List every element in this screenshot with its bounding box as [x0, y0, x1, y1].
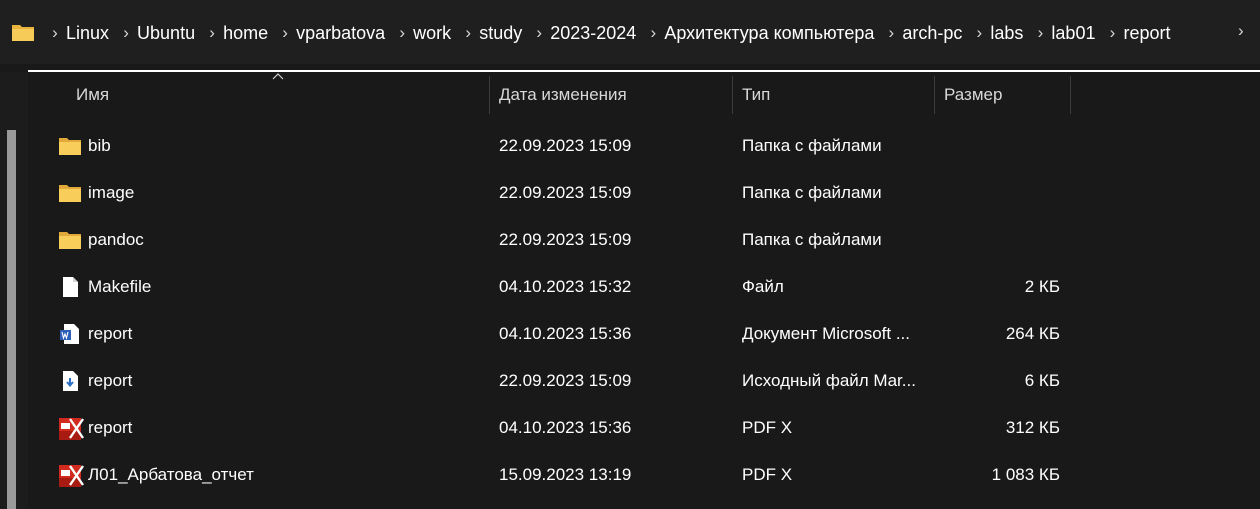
- file-name: report: [88, 418, 133, 437]
- scrollbar[interactable]: [7, 130, 16, 509]
- file-date: 04.10.2023 15:36: [499, 324, 632, 343]
- file-row[interactable]: image 22.09.2023 15:09 Папка с файлами: [28, 169, 1260, 216]
- file-date: 22.09.2023 15:09: [499, 371, 632, 390]
- file-size: 264 КБ: [1005, 324, 1060, 343]
- chevron-right-icon[interactable]: ›: [44, 23, 66, 43]
- chevron-right-icon[interactable]: ›: [1029, 23, 1051, 43]
- file-size: [936, 169, 1060, 216]
- file-date: 04.10.2023 15:36: [499, 418, 632, 437]
- column-separator[interactable]: [1070, 76, 1071, 114]
- breadcrumb-item[interactable]: › Linux: [44, 23, 115, 44]
- file-type: Документ Microsoft ...: [742, 324, 910, 343]
- file-size: 312 КБ: [1005, 418, 1060, 437]
- chevron-right-icon[interactable]: ›: [274, 23, 296, 43]
- file-row[interactable]: pandoc 22.09.2023 15:09 Папка с файлами: [28, 216, 1260, 263]
- file-size: 6 КБ: [1024, 371, 1060, 390]
- breadcrumb-item[interactable]: › lab01: [1029, 23, 1101, 44]
- chevron-right-icon[interactable]: ›: [880, 23, 902, 43]
- file-date: 04.10.2023 15:32: [499, 277, 632, 296]
- breadcrumb-item[interactable]: › vparbatova: [274, 23, 391, 44]
- breadcrumb-item[interactable]: › study: [457, 23, 528, 44]
- file-icon: [58, 275, 82, 299]
- file-row[interactable]: report 04.10.2023 15:36 Документ Microso…: [28, 310, 1260, 357]
- breadcrumb-item[interactable]: › work: [391, 23, 457, 44]
- file-size: [936, 216, 1060, 263]
- file-row[interactable]: Л01_Арбатова_отчет 15.09.2023 13:19 PDF …: [28, 451, 1260, 498]
- folder-icon: [11, 22, 35, 42]
- file-row[interactable]: bib 22.09.2023 15:09 Папка с файлами: [28, 122, 1260, 169]
- chevron-right-icon[interactable]: ›: [201, 23, 223, 43]
- file-date: 22.09.2023 15:09: [499, 136, 632, 155]
- chevron-right-icon[interactable]: ›: [528, 23, 550, 43]
- breadcrumb-item[interactable]: › arch-pc: [880, 23, 968, 44]
- file-name: Makefile: [88, 277, 152, 296]
- breadcrumb-item[interactable]: › Архитектура компьютера: [642, 23, 880, 44]
- folder-icon: [58, 134, 82, 158]
- file-type: Исходный файл Mar...: [742, 371, 916, 390]
- file-date: 15.09.2023 13:19: [499, 465, 632, 484]
- file-type: Файл: [742, 277, 784, 296]
- breadcrumb-item[interactable]: › 2023-2024: [528, 23, 642, 44]
- column-size[interactable]: Размер: [934, 72, 1070, 118]
- pdf-icon: [58, 463, 84, 487]
- file-size: [936, 122, 1060, 169]
- column-name[interactable]: Имя: [66, 72, 490, 118]
- file-size: 1 083 КБ: [991, 465, 1060, 484]
- markdown-file-icon: [58, 369, 82, 393]
- word-doc-icon: [58, 322, 82, 346]
- file-name: image: [88, 183, 135, 202]
- chevron-right-icon[interactable]: ›: [642, 23, 664, 43]
- file-size: 2 КБ: [1024, 277, 1060, 296]
- column-header: Имя Дата изменения Тип Размер: [28, 72, 1260, 118]
- folder-icon: [58, 228, 82, 252]
- file-row[interactable]: report 22.09.2023 15:09 Исходный файл Ma…: [28, 357, 1260, 404]
- chevron-right-icon[interactable]: ›: [1238, 21, 1244, 41]
- file-type: PDF X: [742, 418, 793, 437]
- column-type[interactable]: Тип: [732, 72, 934, 118]
- file-name: report: [88, 324, 133, 343]
- chevron-right-icon[interactable]: ›: [457, 23, 479, 43]
- file-type: Папка с файлами: [742, 136, 882, 155]
- chevron-right-icon[interactable]: ›: [1101, 23, 1123, 43]
- folder-icon: [58, 181, 82, 205]
- pdf-icon: [58, 416, 84, 440]
- breadcrumb-item[interactable]: › Ubuntu: [115, 23, 201, 44]
- column-date[interactable]: Дата изменения: [489, 72, 732, 118]
- file-date: 22.09.2023 15:09: [499, 230, 632, 249]
- file-name: pandoc: [88, 230, 144, 249]
- file-name: bib: [88, 136, 111, 155]
- file-type: Папка с файлами: [742, 230, 882, 249]
- breadcrumb: › Linux › Ubuntu › home › vparbatova › work ›…: [44, 21, 1177, 45]
- chevron-right-icon[interactable]: ›: [968, 23, 990, 43]
- file-name: report: [88, 371, 133, 390]
- file-type: Папка с файлами: [742, 183, 882, 202]
- file-list: bib 22.09.2023 15:09 Папка с файлами ima…: [28, 122, 1260, 498]
- file-type: PDF X: [742, 465, 793, 484]
- address-bar[interactable]: › Linux › Ubuntu › home › vparbatova › work ›…: [0, 0, 1260, 64]
- chevron-right-icon[interactable]: ›: [391, 23, 413, 43]
- file-date: 22.09.2023 15:09: [499, 183, 632, 202]
- file-row[interactable]: report 04.10.2023 15:36 PDF X 312 КБ: [28, 404, 1260, 451]
- chevron-right-icon[interactable]: ›: [115, 23, 137, 43]
- file-row[interactable]: Makefile 04.10.2023 15:32 Файл 2 КБ: [28, 263, 1260, 310]
- breadcrumb-item[interactable]: › report: [1101, 23, 1176, 44]
- breadcrumb-item[interactable]: › home: [201, 23, 274, 44]
- breadcrumb-item[interactable]: › labs: [968, 23, 1029, 44]
- file-name: Л01_Арбатова_отчет: [88, 465, 254, 484]
